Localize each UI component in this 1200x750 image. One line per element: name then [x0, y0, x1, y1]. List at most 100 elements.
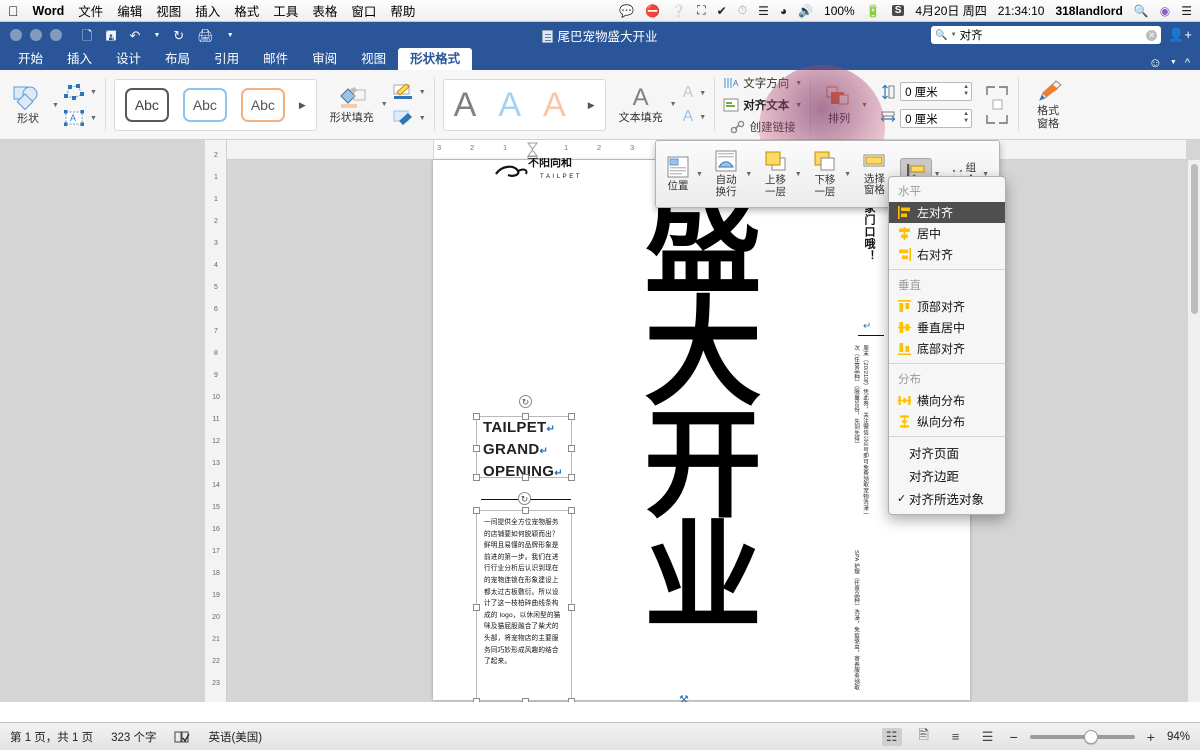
text-outline-button[interactable]: A ▼: [683, 84, 707, 102]
menu-item-distribute-horizontal[interactable]: 横向分布: [889, 390, 1005, 411]
wrap-text-caret-icon[interactable]: ▼: [745, 171, 752, 178]
tab-review[interactable]: 审阅: [300, 48, 349, 70]
menu-item-format[interactable]: 格式: [234, 1, 259, 20]
text-fill-stack[interactable]: A 文本填充: [614, 84, 668, 127]
undo-icon[interactable]: ↶: [130, 29, 141, 42]
align-text-button[interactable]: 对齐文本 ▼: [723, 95, 802, 116]
rotate-handle-body[interactable]: ↻: [518, 492, 531, 505]
zoom-level[interactable]: 94%: [1167, 731, 1190, 743]
menu-item-table[interactable]: 表格: [312, 1, 337, 20]
body-handle-bc[interactable]: [522, 698, 529, 702]
text-direction-caret-icon[interactable]: ▼: [795, 80, 802, 87]
bring-forward-caret-icon[interactable]: ▼: [795, 171, 802, 178]
wordart-style-3[interactable]: A: [543, 88, 566, 122]
shape-fill-button[interactable]: 形状填充 ▼: [325, 84, 388, 127]
wrap-text-button[interactable]: 自动换行: [709, 148, 743, 200]
text-fill-button[interactable]: A 文本填充 ▼: [614, 84, 677, 127]
handle-bc[interactable]: [522, 474, 529, 481]
zoom-in-button[interactable]: +: [1147, 729, 1155, 745]
print-icon[interactable]: 🖨: [197, 29, 214, 42]
redo-icon[interactable]: ↻: [173, 29, 184, 42]
bluetooth-icon[interactable]: ☰: [758, 4, 769, 18]
tab-mailings[interactable]: 邮件: [251, 48, 300, 70]
spotlight-search-icon[interactable]: 🔍: [1134, 4, 1149, 18]
handle-tl[interactable]: [473, 413, 480, 420]
menu-item-view[interactable]: 视图: [156, 1, 181, 20]
text-effects-button[interactable]: A ▼: [683, 108, 707, 126]
body-handle-tl[interactable]: [473, 507, 480, 514]
edit-shape-button[interactable]: ▼: [63, 83, 97, 101]
sogou-input-icon[interactable]: S: [891, 5, 905, 16]
indent-marker-icon[interactable]: [526, 142, 539, 159]
search-caret-icon[interactable]: ▼: [951, 32, 957, 38]
handle-mr[interactable]: [568, 445, 575, 452]
close-window-button[interactable]: [10, 29, 22, 41]
body-handle-mr[interactable]: [568, 604, 575, 611]
shape-outline-caret-icon[interactable]: ▼: [419, 89, 426, 96]
edit-shape-caret-icon[interactable]: ▼: [90, 89, 97, 96]
menu-item-align-top[interactable]: 顶部对齐: [889, 296, 1005, 317]
tab-layout[interactable]: 布局: [153, 48, 202, 70]
save-icon[interactable]: 🖪: [105, 29, 116, 42]
menu-item-align-right[interactable]: 右对齐: [889, 244, 1005, 265]
scrollbar-thumb[interactable]: [1191, 164, 1198, 314]
zoom-out-button[interactable]: −: [1010, 729, 1018, 745]
width-spinner[interactable]: ▲ ▼: [963, 111, 969, 125]
selection-pane-button[interactable]: 选择窗格: [857, 150, 891, 198]
text-outline-caret-icon[interactable]: ▼: [699, 90, 706, 97]
handle-br[interactable]: [568, 474, 575, 481]
rotate-handle-headline[interactable]: ↻: [519, 395, 532, 408]
text-effects-caret-icon[interactable]: ▼: [699, 114, 706, 121]
big-headline[interactable]: 盛 大 开 业 ⚒: [633, 182, 773, 702]
body-handle-ml[interactable]: [473, 604, 480, 611]
menu-item-file[interactable]: 文件: [78, 1, 103, 20]
position-caret-icon[interactable]: ▼: [696, 171, 703, 178]
shape-caret-icon[interactable]: ▼: [52, 102, 59, 109]
send-backward-button[interactable]: 下移一层: [808, 148, 842, 200]
add-person-icon[interactable]: 👤+: [1168, 27, 1192, 43]
print-layout-icon[interactable]: ☷: [881, 727, 902, 746]
menubar-username[interactable]: 318landlord: [1055, 4, 1122, 18]
menu-item-align-selected-objects[interactable]: ✓ 对齐所选对象: [889, 487, 1005, 510]
apple-logo-icon[interactable]: : [8, 4, 19, 18]
proofing-icon[interactable]: [174, 730, 191, 744]
shape-effects-caret-icon[interactable]: ▼: [419, 115, 426, 122]
menu-item-align-left[interactable]: 左对齐: [889, 202, 1005, 223]
text-box-caret-icon[interactable]: ▼: [90, 115, 97, 122]
align-text-caret-icon[interactable]: ▼: [795, 102, 802, 109]
menu-item-align-bottom[interactable]: 底部对齐: [889, 338, 1005, 359]
arrange-caret-icon[interactable]: ▼: [861, 102, 868, 109]
handle-ml[interactable]: [473, 445, 480, 452]
send-backward-caret-icon[interactable]: ▼: [844, 171, 851, 178]
smiley-caret-icon[interactable]: ▼: [1170, 59, 1177, 66]
create-link-button[interactable]: 创建链接: [730, 117, 796, 138]
body-handle-bl[interactable]: [473, 698, 480, 702]
wordart-more-icon[interactable]: ▶: [588, 100, 595, 111]
position-button[interactable]: 位置: [662, 154, 694, 194]
zoom-slider[interactable]: [1029, 729, 1135, 744]
web-layout-icon[interactable]: 🖹: [914, 727, 934, 746]
menu-item-align-middle[interactable]: 垂直居中: [889, 317, 1005, 338]
page-count[interactable]: 第 1 页，共 1 页: [10, 729, 93, 745]
menu-item-distribute-vertical[interactable]: 纵向分布: [889, 411, 1005, 432]
window-controls[interactable]: [0, 29, 62, 41]
word-count[interactable]: 323 个字: [111, 729, 156, 745]
body-handle-br[interactable]: [568, 698, 575, 702]
customize-qat-icon[interactable]: ▼: [227, 32, 234, 39]
display-icon[interactable]: ⛶: [697, 3, 705, 18]
body-handle-tr[interactable]: [568, 507, 575, 514]
shape-styles-more-icon[interactable]: ▶: [299, 100, 306, 111]
wechat-icon[interactable]: 💬: [619, 4, 634, 18]
zoom-slider-knob[interactable]: [1083, 729, 1098, 744]
shape-outline-button[interactable]: ▼: [392, 83, 426, 101]
siri-icon[interactable]: ◉: [1160, 4, 1170, 18]
tab-references[interactable]: 引用: [202, 48, 251, 70]
menu-item-word[interactable]: Word: [33, 4, 65, 18]
minimize-window-button[interactable]: [30, 29, 42, 41]
arrange-button[interactable]: 排列: [819, 83, 859, 128]
control-center-icon[interactable]: ☰: [1181, 4, 1192, 18]
maximize-window-button[interactable]: [50, 29, 62, 41]
height-spinner[interactable]: ▲ ▼: [963, 84, 969, 98]
menu-item-insert[interactable]: 插入: [195, 1, 220, 20]
shape-fill-caret-icon[interactable]: ▼: [381, 101, 388, 108]
